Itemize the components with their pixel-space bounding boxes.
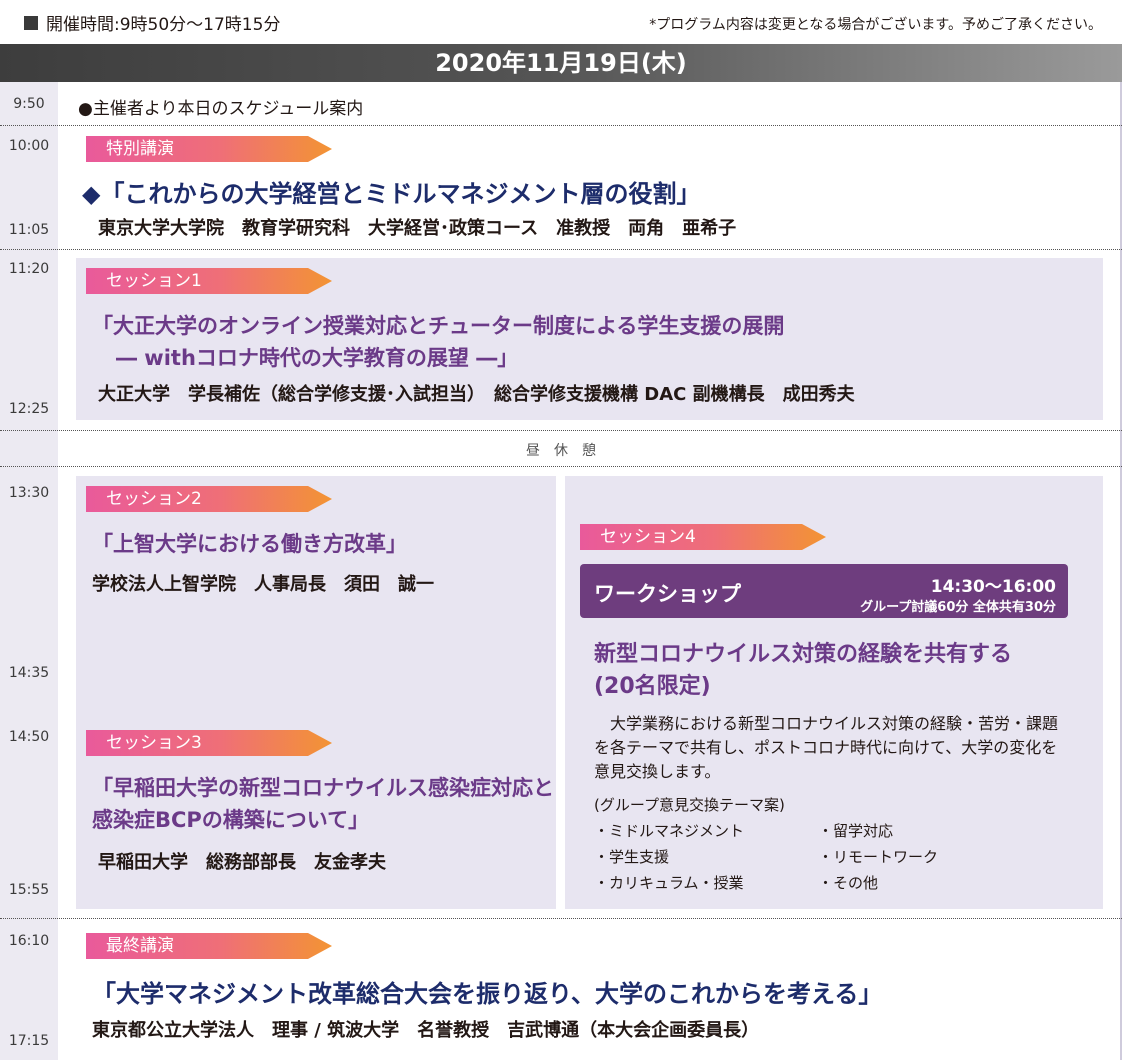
header: 開催時間:9時50分～17時15分 *プログラム内容は変更となる場合がございます… [0, 0, 1122, 44]
square-bullet-icon [24, 15, 38, 30]
workshop-time: 14:30～16:00 [930, 577, 1056, 597]
session1-speaker: 大正大学 学長補佐（総合学修支援･入試担当） 総合学修支援機構 DAC 副機構長… [98, 384, 855, 405]
session2-title: 「上智大学における働き方改革」 [92, 532, 407, 556]
time-1715: 17:15 [8, 1033, 50, 1049]
session4-description: 大学業務における新型コロナウイルス対策の経験・苦労・課題を各テーマで共有し、ポス… [594, 714, 1059, 781]
date-bar: 2020年11月19日(木) [0, 44, 1122, 82]
final-lecture-tag: 最終講演 [86, 933, 332, 959]
hours-info: 開催時間:9時50分～17時15分 [24, 10, 280, 35]
session1-title-line1: 「大正大学のオンライン授業対応とチューター制度による学生支援の展開 [92, 314, 785, 338]
separator [0, 918, 1122, 919]
session2-speaker: 学校法人上智学院 人事局長 須田 誠一 [92, 574, 434, 595]
topic-right-2: ・リモートワーク [818, 848, 939, 866]
change-notice: *プログラム内容は変更となる場合がございます。予めご了承ください。 [649, 17, 1102, 33]
lunch-break: 昼 休 憩 [526, 443, 596, 459]
workshop-box: ワークショップ 14:30～16:00 グループ討議60分 全体共有30分 [580, 564, 1068, 618]
session4-title-line2: (20名限定) [594, 674, 711, 699]
topic-left-3: ・カリキュラム・授業 [594, 874, 744, 892]
time-1225: 12:25 [8, 401, 50, 417]
session3-title-line2: 感染症BCPの構築について」 [92, 808, 370, 832]
session1-tag: セッション1 [86, 268, 332, 294]
topic-left-1: ・ミドルマネジメント [594, 822, 745, 840]
intro-item: ●主催者より本日のスケジュール案内 [78, 99, 364, 119]
session1-title-line2: ― withコロナ時代の大学教育の展望 ―」 [116, 346, 519, 370]
final-lecture-speaker: 東京都公立大学法人 理事 / 筑波大学 名誉教授 吉武博通（本大会企画委員長） [92, 1020, 760, 1041]
schedule-page: 開催時間:9時50分～17時15分 *プログラム内容は変更となる場合がございます… [0, 0, 1122, 1060]
final-lecture-title: 「大学マネジメント改革総合大会を振り返り、大学のこれからを考える」 [92, 980, 883, 1008]
topic-left-2: ・学生支援 [594, 848, 670, 866]
time-1555: 15:55 [8, 882, 50, 898]
time-1435: 14:35 [8, 665, 50, 681]
special-lecture-speaker: 東京大学大学院 教育学研究科 大学経営･政策コース 准教授 両角 亜希子 [98, 218, 737, 239]
topic-right-3: ・その他 [818, 874, 879, 892]
session3-tag: セッション3 [86, 730, 332, 756]
session4-tag: セッション4 [580, 524, 826, 550]
special-lecture-title: ◆「これからの大学経営とミドルマネジメント層の役割」 [82, 180, 701, 208]
time-1610: 16:10 [8, 933, 50, 949]
separator [0, 430, 1122, 431]
special-lecture-tag: 特別講演 [86, 136, 332, 162]
topics-heading: (グループ意見交換テーマ案) [594, 796, 785, 814]
workshop-label: ワークショップ [594, 582, 741, 606]
hours-label: 開催時間:9時50分～17時15分 [46, 15, 281, 35]
time-1450: 14:50 [8, 729, 50, 745]
time-0950: 9:50 [13, 96, 45, 112]
session2-tag: セッション2 [86, 486, 332, 512]
session3-title-line1: 「早稲田大学の新型コロナウイルス感染症対応と [92, 776, 554, 800]
time-1120: 11:20 [8, 261, 50, 277]
topic-right-1: ・留学対応 [818, 822, 894, 840]
separator [0, 466, 1122, 467]
session3-speaker: 早稲田大学 総務部部長 友金孝夫 [98, 852, 386, 873]
session4-title-line1: 新型コロナウイルス対策の経験を共有する [594, 642, 1013, 667]
separator [0, 125, 1122, 126]
time-1330: 13:30 [8, 485, 50, 501]
time-1000: 10:00 [8, 138, 50, 154]
workshop-sub: グループ討議60分 全体共有30分 [860, 600, 1056, 615]
separator [0, 249, 1122, 250]
time-1105: 11:05 [8, 222, 50, 238]
